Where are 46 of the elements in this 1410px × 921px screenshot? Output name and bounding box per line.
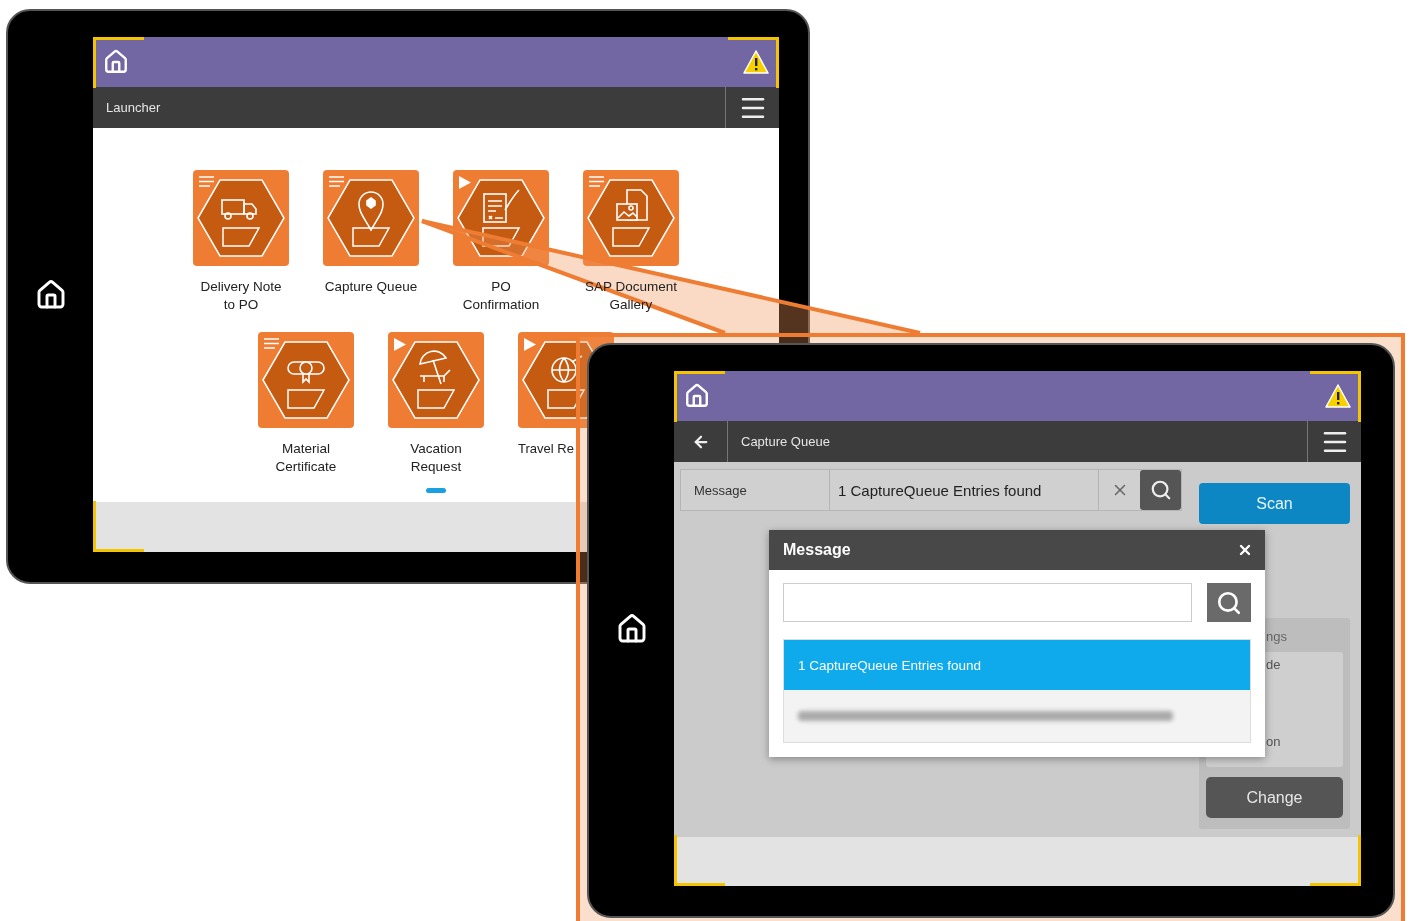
app-tile[interactable] <box>323 170 419 266</box>
corner-marker <box>1310 835 1361 886</box>
screen-title: Capture Queue <box>740 433 831 451</box>
field-label: Message <box>680 469 830 511</box>
change-button[interactable]: Change <box>1206 777 1343 818</box>
message-field[interactable]: 1 CaptureQueue Entries found <box>830 469 1182 511</box>
panel-heading: ngs <box>1265 629 1288 644</box>
dialog-title: Message <box>783 541 851 559</box>
corner-marker <box>93 37 144 88</box>
app-label: Vacation Request <box>410 440 462 476</box>
app-label: Capture Queue <box>324 278 418 296</box>
warning-icon[interactable] <box>1325 384 1351 408</box>
app-tile[interactable] <box>453 170 549 266</box>
warning-icon[interactable] <box>743 50 769 74</box>
search-field[interactable] <box>783 583 1192 622</box>
menu-lines-icon <box>329 176 345 187</box>
corner-marker <box>93 501 144 552</box>
corner-marker <box>674 835 725 886</box>
menu-lines-icon <box>199 176 215 187</box>
screen-title: Launcher <box>105 99 162 117</box>
close-button[interactable] <box>1237 542 1253 558</box>
app-label: Travel Re <box>518 440 574 458</box>
app-tile[interactable] <box>258 332 354 428</box>
app-label: Material Certificate <box>275 440 337 476</box>
menu-lines-icon <box>589 176 605 187</box>
app-label: PO Confirmation <box>462 278 540 314</box>
play-icon <box>524 338 536 351</box>
corner-marker <box>674 371 725 422</box>
search-icon <box>1216 589 1242 616</box>
play-icon <box>394 338 406 351</box>
close-icon <box>1237 542 1253 558</box>
search-icon <box>1149 479 1172 501</box>
app-label: Delivery Note to PO <box>200 278 282 314</box>
page-indicator <box>426 488 446 493</box>
app-tile[interactable] <box>583 170 679 266</box>
setting-text: on <box>1266 734 1282 749</box>
app-tile[interactable] <box>388 332 484 428</box>
corner-marker <box>728 37 779 88</box>
scan-button[interactable]: Scan <box>1199 483 1350 524</box>
play-icon <box>459 176 471 189</box>
search-button[interactable] <box>1140 470 1181 510</box>
menu-lines-icon <box>264 338 280 349</box>
search-button[interactable] <box>1207 583 1251 622</box>
corner-marker <box>1310 371 1361 422</box>
app-tile[interactable] <box>193 170 289 266</box>
setting-text: de <box>1266 657 1282 672</box>
